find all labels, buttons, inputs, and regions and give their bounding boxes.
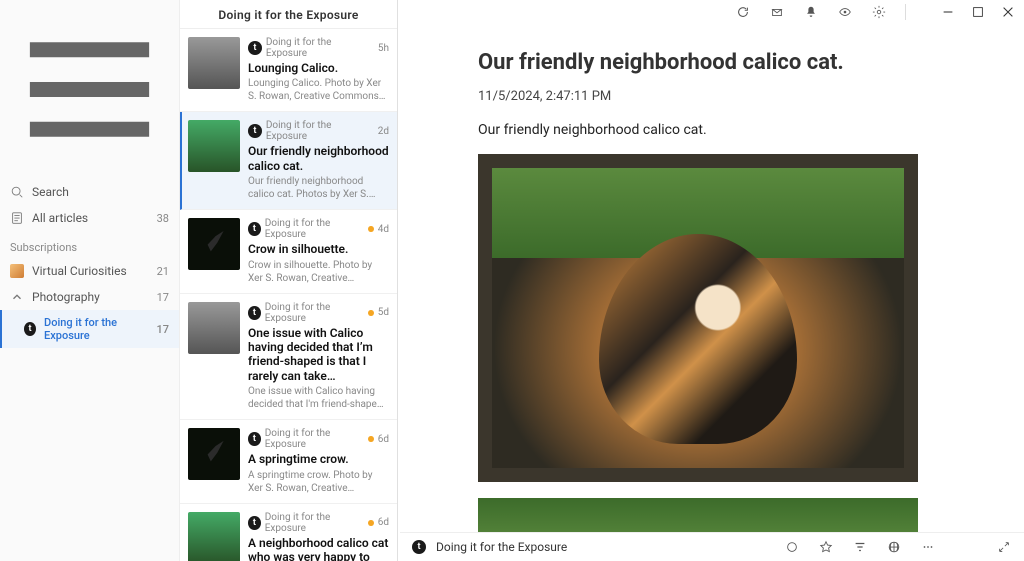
article-item[interactable]: t Doing it for the Exposure 6d A neighborh… bbox=[180, 504, 397, 561]
article-time: 6d bbox=[378, 434, 389, 445]
feed-circle-icon: t bbox=[248, 516, 261, 530]
mark-read-icon[interactable] bbox=[769, 4, 785, 20]
globe-icon[interactable] bbox=[886, 539, 902, 555]
article-snippet: Crow in silhouette. Photo by Xer S. Rowa… bbox=[248, 259, 389, 285]
article-item[interactable]: t Doing it for the Exposure 5h Lounging Ca… bbox=[180, 29, 397, 112]
article-item[interactable]: t Doing it for the Exposure 2d Our friendl… bbox=[180, 112, 397, 210]
list-header: Doing it for the Exposure bbox=[180, 0, 397, 29]
minimize-icon[interactable] bbox=[940, 4, 956, 20]
article-title: One issue with Calico having decided tha… bbox=[248, 326, 389, 384]
sidebar-item-virtual-curiosities[interactable]: Virtual Curiosities 21 bbox=[0, 258, 179, 284]
sidebar-item-count: 17 bbox=[156, 323, 169, 336]
all-articles-count: 38 bbox=[157, 212, 169, 225]
chevron-down-icon bbox=[10, 290, 24, 304]
titlebar bbox=[398, 0, 1024, 24]
article-thumbnail bbox=[188, 512, 240, 561]
article-source: Doing it for the Exposure bbox=[265, 428, 365, 450]
maximize-icon[interactable] bbox=[970, 4, 986, 20]
feed-circle-icon: t bbox=[412, 540, 426, 554]
article-title: A springtime crow. bbox=[248, 452, 389, 466]
sidebar-item-photography[interactable]: Photography 17 bbox=[0, 284, 179, 310]
article-source: Doing it for the Exposure bbox=[265, 302, 365, 324]
article-time: 6d bbox=[378, 517, 389, 528]
article-source: Doing it for the Exposure bbox=[265, 512, 365, 534]
article-time: 2d bbox=[378, 126, 389, 137]
bell-icon[interactable] bbox=[803, 4, 819, 20]
article-time: 5d bbox=[378, 307, 389, 318]
article-snippet: Lounging Calico. Photo by Xer S. Rowan, … bbox=[248, 77, 389, 103]
article-body-text: Our friendly neighborhood calico cat. bbox=[478, 122, 1024, 138]
article-source: Doing it for the Exposure bbox=[266, 37, 374, 59]
sidebar-item-label: Doing it for the Exposure bbox=[44, 316, 148, 342]
article-thumbnail bbox=[188, 218, 240, 270]
feed-circle-icon: t bbox=[248, 222, 261, 236]
sidebar-item-count: 21 bbox=[157, 265, 169, 278]
article-list-scroll[interactable]: t Doing it for the Exposure 5h Lounging Ca… bbox=[180, 29, 397, 561]
search-icon bbox=[10, 185, 24, 199]
star-icon[interactable] bbox=[818, 539, 834, 555]
article-item[interactable]: t Doing it for the Exposure 5d One issue w… bbox=[180, 294, 397, 421]
divider bbox=[905, 4, 906, 20]
article-snippet: One issue with Calico having decided tha… bbox=[248, 385, 389, 411]
sidebar-item-exposure[interactable]: t Doing it for the Exposure 17 bbox=[0, 310, 179, 348]
article-thumbnail bbox=[188, 428, 240, 480]
sidebar: Search All articles 38 Subscriptions Vir… bbox=[0, 0, 180, 561]
content-pane: Our friendly neighborhood calico cat. 11… bbox=[398, 0, 1024, 561]
gear-icon[interactable] bbox=[871, 4, 887, 20]
article-item[interactable]: t Doing it for the Exposure 6d A springtim… bbox=[180, 420, 397, 503]
eye-icon[interactable] bbox=[837, 4, 853, 20]
article-date: 11/5/2024, 2:47:11 PM bbox=[478, 89, 1024, 104]
article-item[interactable]: t Doing it for the Exposure 4d Crow in sil… bbox=[180, 210, 397, 293]
article-heading: Our friendly neighborhood calico cat. bbox=[478, 50, 1024, 75]
article-time: 5h bbox=[378, 43, 389, 54]
search-item[interactable]: Search bbox=[0, 179, 179, 205]
all-articles-item[interactable]: All articles 38 bbox=[0, 205, 179, 231]
article-image bbox=[478, 154, 918, 482]
article-title: Our friendly neighborhood calico cat. bbox=[248, 144, 389, 173]
refresh-icon[interactable] bbox=[735, 4, 751, 20]
article-thumbnail bbox=[188, 37, 240, 89]
sidebar-item-count: 17 bbox=[157, 291, 169, 304]
all-articles-label: All articles bbox=[32, 211, 88, 225]
article-snippet: Our friendly neighborhood calico cat. Ph… bbox=[248, 175, 389, 201]
article-source: Doing it for the Exposure bbox=[266, 120, 374, 142]
more-icon[interactable] bbox=[920, 539, 936, 555]
unread-dot-icon bbox=[368, 436, 373, 442]
unread-dot-icon bbox=[368, 520, 373, 526]
feed-circle-icon: t bbox=[248, 41, 262, 55]
feed-circle-icon: t bbox=[248, 306, 261, 320]
article-time: 4d bbox=[378, 224, 389, 235]
hamburger-menu[interactable] bbox=[0, 4, 179, 179]
article-footer: t Doing it for the Exposure bbox=[400, 532, 1024, 561]
search-label: Search bbox=[32, 185, 69, 199]
article-snippet: A springtime crow. Photo by Xer S. Rowan… bbox=[248, 469, 389, 495]
article-title: A neighborhood calico cat who was very h… bbox=[248, 536, 389, 561]
collapse-icon[interactable] bbox=[996, 539, 1012, 555]
footer-source: Doing it for the Exposure bbox=[436, 540, 567, 554]
sidebar-item-label: Photography bbox=[32, 290, 100, 304]
feed-circle-icon: t bbox=[248, 432, 261, 446]
article-list-column: Doing it for the Exposure t Doing it for … bbox=[180, 0, 398, 561]
feed-avatar-icon bbox=[10, 264, 24, 278]
article-thumbnail bbox=[188, 120, 240, 172]
sidebar-item-label: Virtual Curiosities bbox=[32, 264, 127, 278]
article-view[interactable]: Our friendly neighborhood calico cat. 11… bbox=[398, 24, 1024, 561]
article-title: Crow in silhouette. bbox=[248, 242, 389, 256]
feed-circle-icon: t bbox=[248, 124, 262, 138]
close-icon[interactable] bbox=[1000, 4, 1016, 20]
unread-dot-icon bbox=[368, 226, 373, 232]
feed-circle-icon: t bbox=[24, 322, 36, 336]
unread-dot-icon bbox=[368, 310, 373, 316]
circle-icon[interactable] bbox=[784, 539, 800, 555]
article-title: Lounging Calico. bbox=[248, 61, 389, 75]
filter-icon[interactable] bbox=[852, 539, 868, 555]
document-icon bbox=[10, 211, 24, 225]
subscriptions-heading: Subscriptions bbox=[0, 231, 179, 258]
article-thumbnail bbox=[188, 302, 240, 354]
article-source: Doing it for the Exposure bbox=[265, 218, 365, 240]
